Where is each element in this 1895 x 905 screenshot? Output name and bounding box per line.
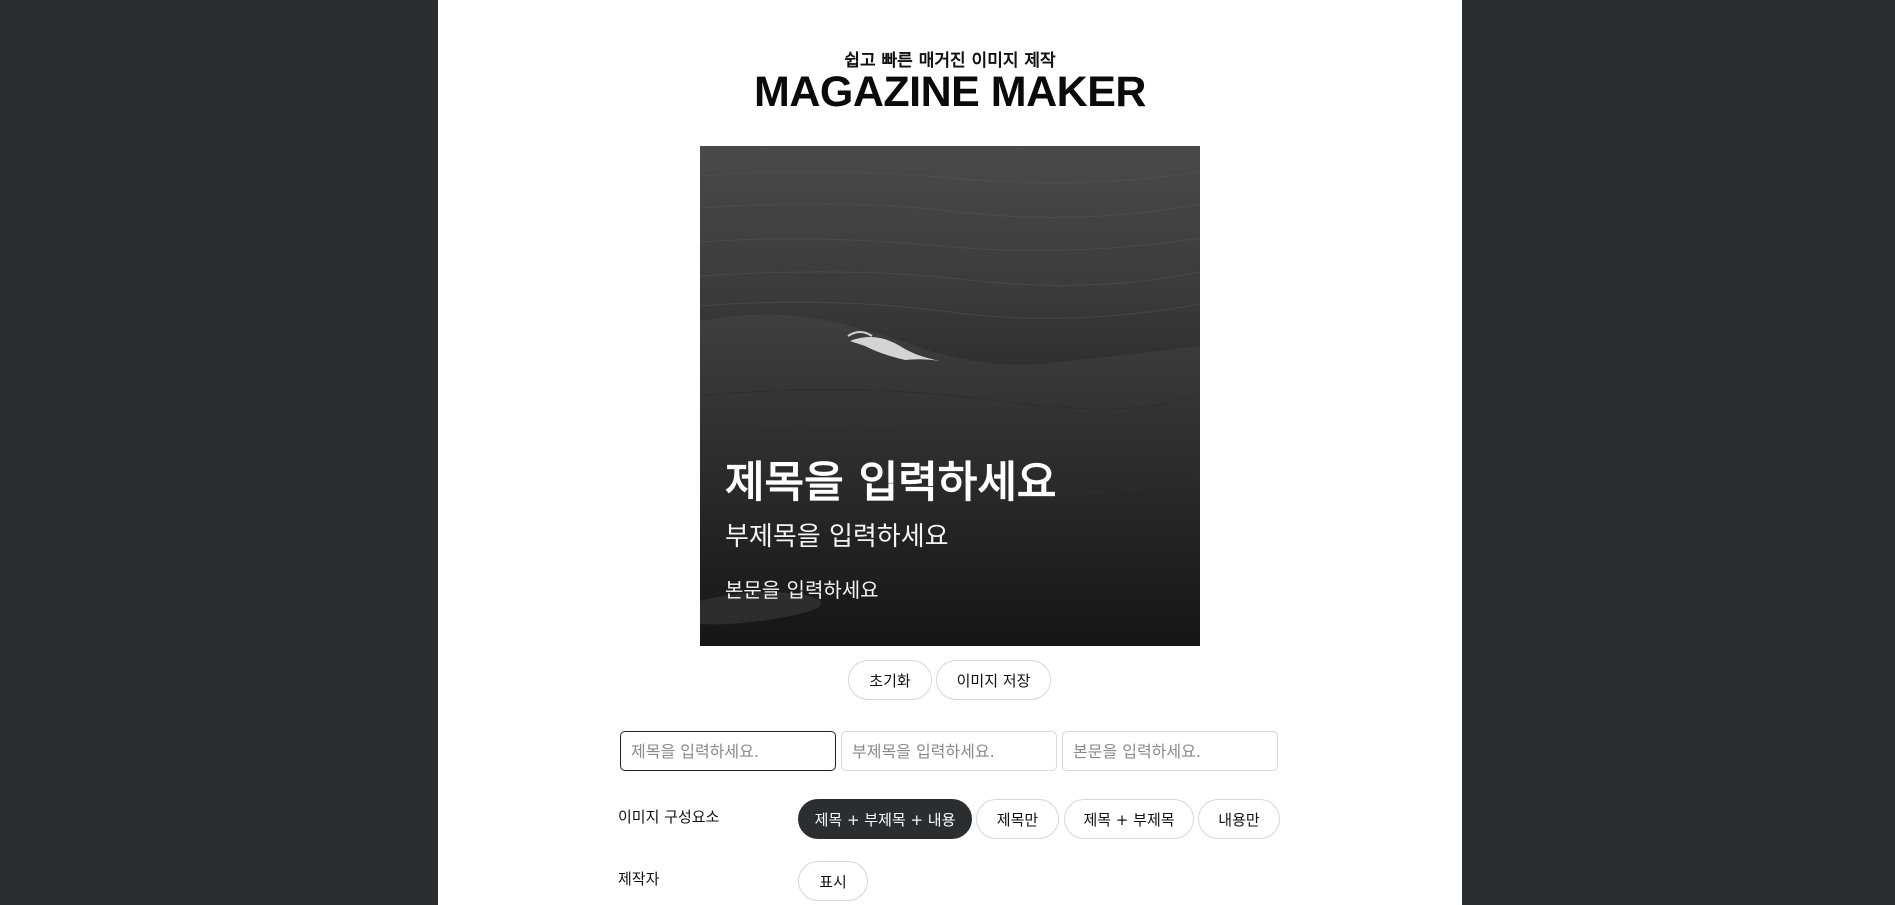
preview-subtitle-text: 부제목을 입력하세요 (725, 522, 949, 552)
app-panel: 쉽고 빠른 매거진 이미지 제작 MAGAZINE MAKER 제목을 입력하세… (438, 0, 1462, 905)
save-image-button[interactable]: 이미지 저장 (936, 660, 1051, 700)
body-input[interactable] (1062, 731, 1278, 771)
composition-option-title-subtitle[interactable]: 제목 + 부제목 (1064, 799, 1194, 839)
preview-body-text: 본문을 입력하세요 (725, 578, 879, 602)
composition-label: 이미지 구성요소 (618, 808, 720, 826)
app-title: MAGAZINE MAKER (754, 68, 1146, 116)
magazine-preview-canvas: 제목을 입력하세요 부제목을 입력하세요 본문을 입력하세요 (700, 146, 1200, 646)
composition-option-body-only[interactable]: 내용만 (1198, 799, 1280, 839)
reset-button[interactable]: 초기화 (848, 660, 932, 700)
author-label: 제작자 (618, 870, 660, 888)
subtitle-input[interactable] (841, 731, 1057, 771)
preview-title-text: 제목을 입력하세요 (725, 458, 1057, 508)
ocean-background-image (700, 146, 1200, 646)
title-input[interactable] (620, 731, 836, 771)
composition-option-all[interactable]: 제목 + 부제목 + 내용 (798, 799, 972, 839)
composition-option-title-only[interactable]: 제목만 (976, 799, 1059, 839)
author-show-toggle[interactable]: 표시 (798, 861, 868, 901)
